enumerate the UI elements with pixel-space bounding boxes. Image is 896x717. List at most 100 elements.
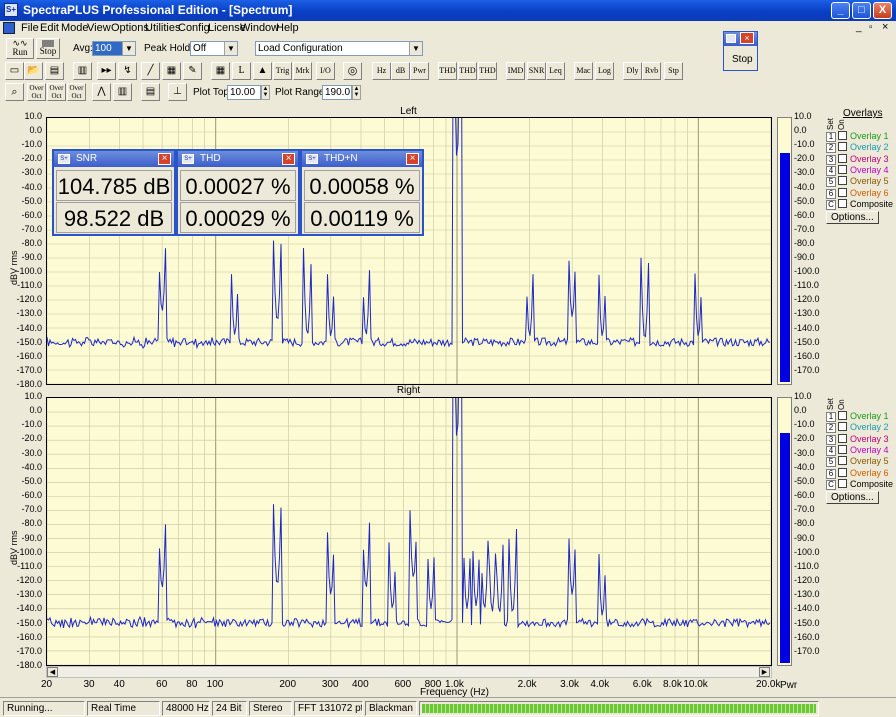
- overlay-checkbox[interactable]: [838, 467, 847, 477]
- overlay-set-button[interactable]: 4: [826, 445, 836, 456]
- overlay-checkbox[interactable]: [838, 456, 847, 466]
- toolbar-i-o-button[interactable]: I/O: [316, 62, 335, 80]
- triangle-icon[interactable]: ▲: [253, 62, 272, 80]
- toolbar-imd-button[interactable]: IMD: [506, 62, 525, 80]
- overlay-checkbox[interactable]: [838, 142, 847, 152]
- overlay-row[interactable]: 3 Overlay 3: [826, 153, 889, 165]
- overlay-checkbox[interactable]: [838, 433, 847, 443]
- overlay-checkbox[interactable]: [838, 131, 847, 140]
- menu-mode[interactable]: Mode: [61, 22, 89, 34]
- overlay-set-button[interactable]: 1: [826, 132, 836, 142]
- chevron-down-icon[interactable]: ▼: [122, 42, 135, 55]
- overlay-set-button[interactable]: C: [826, 479, 836, 490]
- bars-icon[interactable]: ▥: [113, 83, 132, 101]
- overlay-row[interactable]: 1 Overlay 1: [826, 411, 889, 422]
- overlay-checkbox[interactable]: [838, 444, 847, 454]
- octave-1-button[interactable]: Over Oct: [27, 83, 46, 101]
- menu-help[interactable]: Help: [276, 22, 299, 34]
- minimize-button[interactable]: _: [831, 2, 850, 19]
- overlay-checkbox[interactable]: [838, 198, 847, 208]
- filter-icon[interactable]: ▦: [162, 62, 181, 80]
- overlays-options-button[interactable]: Options...: [826, 491, 879, 504]
- overlay-row[interactable]: 5 Overlay 5: [826, 176, 889, 188]
- meter-window-snr[interactable]: SNR S+ × 104.785 dB 98.522 dB: [52, 149, 176, 236]
- toolbar-hz-button[interactable]: Hz: [372, 62, 391, 80]
- toolbar-thd-freq-button[interactable]: THD Freq: [478, 62, 497, 80]
- overlay-checkbox[interactable]: [838, 164, 847, 174]
- peak-hold-select[interactable]: Off ▼: [190, 41, 238, 56]
- axis-icon[interactable]: L: [232, 62, 251, 80]
- stop-button[interactable]: Stop: [36, 38, 60, 59]
- overlay-checkbox[interactable]: [838, 478, 847, 488]
- overlay-checkbox[interactable]: [838, 176, 847, 186]
- menu-file[interactable]: File: [21, 22, 39, 34]
- overlay-set-button[interactable]: 6: [826, 188, 836, 199]
- overlay-checkbox[interactable]: [838, 422, 847, 432]
- generator-icon[interactable]: ◎: [343, 62, 362, 80]
- menu-view[interactable]: View: [87, 22, 111, 34]
- toolbar-thd-n-button[interactable]: THD +N: [458, 62, 477, 80]
- table-icon[interactable]: ▤: [141, 83, 160, 101]
- overlay-row[interactable]: 2 Overlay 2: [826, 422, 889, 434]
- load-configuration-select[interactable]: Load Configuration ▼: [255, 41, 423, 56]
- close-icon[interactable]: ×: [406, 153, 419, 165]
- close-button[interactable]: X: [873, 2, 892, 19]
- data-icon[interactable]: ▦: [211, 62, 230, 80]
- overlay-row[interactable]: 6 Overlay 6: [826, 187, 889, 199]
- floating-stop-button[interactable]: Stop: [732, 54, 753, 65]
- overlay-row[interactable]: C Composite: [826, 478, 893, 490]
- overlay-row[interactable]: 4 Overlay 4: [826, 164, 889, 176]
- toolbar-log-button[interactable]: Log: [595, 62, 614, 80]
- overlay-checkbox[interactable]: [838, 187, 847, 197]
- save-icon[interactable]: ▤: [45, 62, 64, 80]
- mdi-minimize-icon[interactable]: _: [856, 22, 862, 33]
- overlay-checkbox[interactable]: [838, 411, 847, 420]
- run-button[interactable]: ∿∿ Run: [6, 38, 34, 59]
- peak-shape-icon[interactable]: ⋀: [92, 83, 111, 101]
- plot-range-spinner[interactable]: ▲ ▼: [352, 85, 361, 100]
- mdi-close-icon[interactable]: ×: [882, 21, 888, 33]
- meter-window-thd[interactable]: THD S+ × 0.00027 % 0.00029 %: [176, 149, 300, 236]
- toolbar-pwr-button[interactable]: Pwr: [410, 62, 429, 80]
- overlay-set-button[interactable]: 1: [826, 412, 836, 422]
- menu-utilities[interactable]: Utilities: [145, 22, 180, 34]
- overlay-row[interactable]: 2 Overlay 2: [826, 142, 889, 154]
- meter-window-title[interactable]: THD S+ ×: [178, 151, 298, 167]
- overlay-set-button[interactable]: 3: [826, 434, 836, 445]
- toolbar-stp-button[interactable]: Stp: [664, 62, 683, 80]
- open-icon[interactable]: 📂: [24, 62, 43, 80]
- toolbar-mac-button[interactable]: Mac: [574, 62, 593, 80]
- avg-select[interactable]: 100 ▼: [92, 41, 136, 56]
- overlay-row[interactable]: 1 Overlay 1: [826, 131, 889, 142]
- close-icon[interactable]: ×: [282, 153, 295, 165]
- toolbar-leq-button[interactable]: Leq: [546, 62, 565, 80]
- chevron-down-icon[interactable]: ▼: [409, 42, 422, 55]
- plot-top-input[interactable]: 10.00: [227, 85, 261, 100]
- calibrate-icon[interactable]: ✎: [183, 62, 202, 80]
- overlay-set-button[interactable]: C: [826, 199, 836, 210]
- scroll-left-icon[interactable]: ◀: [47, 667, 58, 677]
- overlay-checkbox[interactable]: [838, 153, 847, 163]
- overlays-options-button[interactable]: Options...: [826, 211, 879, 224]
- toolbar-mrk-button[interactable]: Mrk: [293, 62, 312, 80]
- plot-range-input[interactable]: 190.0: [322, 85, 352, 100]
- meter-window-thd-n[interactable]: THD+N S+ × 0.00058 % 0.00119 %: [300, 149, 424, 236]
- mdi-restore-icon[interactable]: ▫: [869, 22, 873, 33]
- octave-3-button[interactable]: Over Oct: [67, 83, 86, 101]
- marker-icon[interactable]: ⊥: [168, 83, 187, 101]
- overlay-set-button[interactable]: 2: [826, 423, 836, 434]
- signal-icon[interactable]: ╱: [141, 62, 160, 80]
- overlay-row[interactable]: 3 Overlay 3: [826, 433, 889, 445]
- overlay-set-button[interactable]: 6: [826, 468, 836, 479]
- toolbar-thd-button[interactable]: THD: [438, 62, 457, 80]
- overlay-set-button[interactable]: 5: [826, 457, 836, 468]
- octave-2-button[interactable]: Over Oct: [47, 83, 66, 101]
- overlay-set-button[interactable]: 5: [826, 177, 836, 188]
- menu-options[interactable]: Options: [111, 22, 149, 34]
- new-icon[interactable]: ▭: [5, 62, 24, 80]
- maximize-button[interactable]: □: [852, 2, 871, 19]
- chevron-down-icon[interactable]: ▼: [224, 42, 237, 55]
- overlay-set-button[interactable]: 3: [826, 154, 836, 165]
- child-window-icon[interactable]: [3, 22, 15, 34]
- toolbar-db-button[interactable]: dB: [391, 62, 410, 80]
